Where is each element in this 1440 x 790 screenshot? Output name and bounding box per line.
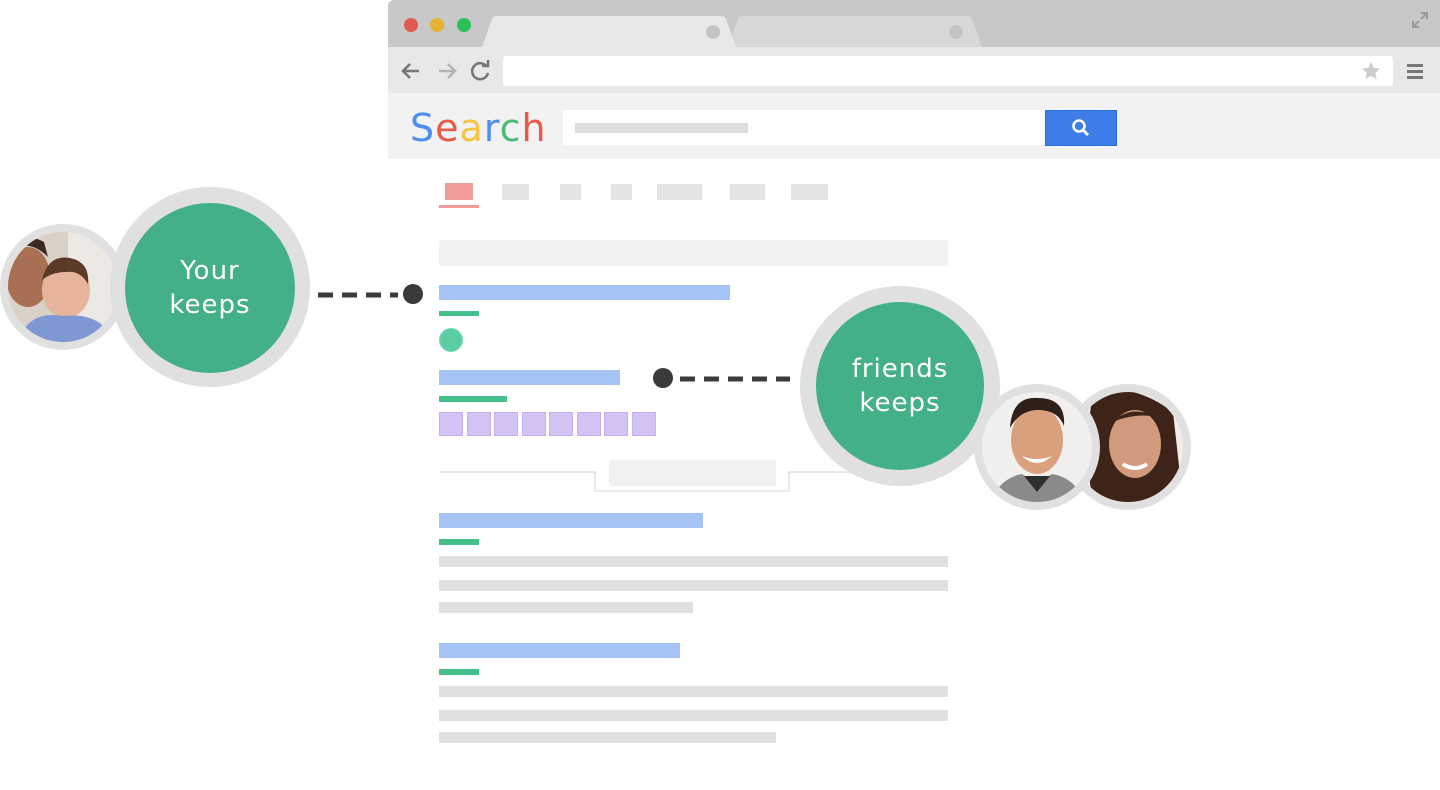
friend-avatar-1 xyxy=(982,392,1092,502)
friends-keeps-bubble: friends keeps xyxy=(816,302,984,470)
friends-keeps-line-2: keeps xyxy=(859,388,941,418)
callout-connectors xyxy=(318,284,790,388)
your-keeps-line-1: Your xyxy=(180,256,240,286)
your-keeps-bubble: Your keeps xyxy=(125,203,295,373)
friends-keeps-line-1: friends xyxy=(851,354,949,384)
user-avatar xyxy=(8,232,118,342)
your-keeps-line-2: keeps xyxy=(169,290,251,320)
